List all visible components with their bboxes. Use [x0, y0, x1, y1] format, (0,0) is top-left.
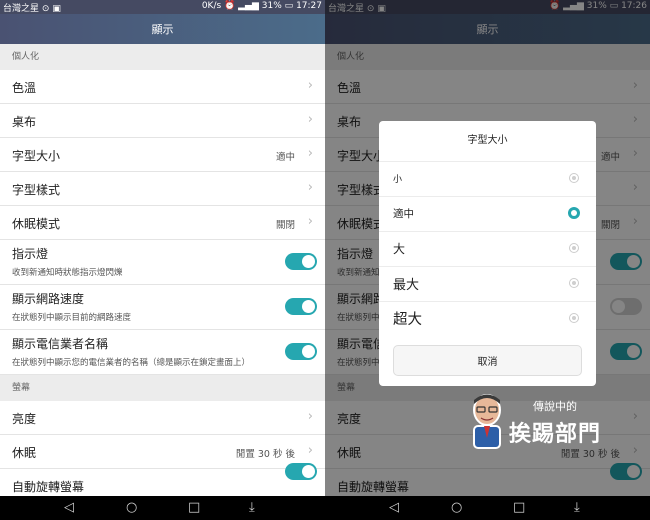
battery-icon: ▭ [284, 1, 294, 11]
font-size-dialog: 字型大小 小 適中 大 最大 超大 取消 [379, 121, 596, 386]
chevron-right-icon: › [307, 443, 313, 458]
radio-icon [569, 243, 579, 253]
settings-row-sleep[interactable]: 休眠 閒置 30 秒 後 › [0, 435, 325, 469]
row-label: 顯示網路速度 [12, 292, 85, 306]
option-label: 小 [393, 175, 403, 185]
wifi-hotspot-icon: ⊙ [41, 4, 50, 14]
row-value: 關閉 [275, 220, 295, 231]
page-title: 顯示 [0, 14, 325, 44]
carrier-label: 台灣之星 [3, 4, 40, 14]
net-speed-label: 0K/s [201, 1, 222, 11]
row-label: 指示燈 [12, 247, 49, 261]
settings-row-font-size[interactable]: 字型大小 適中 › [0, 138, 325, 172]
section-header-personal: 個人化 [0, 44, 325, 70]
settings-row-wallpaper[interactable]: 桌布 › [0, 104, 325, 138]
option-label: 適中 [393, 208, 414, 220]
radio-icon [569, 313, 579, 323]
cancel-button[interactable]: 取消 [393, 345, 582, 376]
mascot-logo [473, 394, 501, 449]
row-label: 自動旋轉螢幕 [12, 480, 85, 494]
recents-icon[interactable]: □ [513, 501, 525, 515]
row-value: 適中 [275, 152, 295, 163]
font-size-option-small[interactable]: 小 [379, 161, 596, 196]
auto-rotate-toggle[interactable] [285, 463, 317, 480]
alarm-icon: ⏰ [224, 1, 236, 11]
battery-label: 31% [261, 1, 282, 11]
option-label: 最大 [393, 278, 420, 293]
watermark: 傳說中的 挨踢部門 [467, 392, 637, 452]
settings-row-network-speed: 顯示網路速度 在狀態列中顯示目前的網路速度 [0, 285, 325, 330]
dialog-title: 字型大小 [467, 135, 508, 146]
radio-icon [569, 278, 579, 288]
row-label: 亮度 [12, 412, 37, 426]
settings-row-auto-rotate: 自動旋轉螢幕 [0, 463, 325, 496]
navigation-bar: ◁ ○ □ ⤓ [325, 496, 650, 520]
right-screen: 台灣之星 ⊙ ▣ ⏰ ▂▄▆ 31% ▭ 17:26 顯示 個人化 色溫 › 桌… [325, 0, 650, 520]
carrier-name-toggle[interactable] [285, 343, 317, 360]
settings-row-sleep-mode[interactable]: 休眠模式 關閉 › [0, 206, 325, 240]
notification-pull-icon[interactable]: ⤓ [249, 501, 255, 515]
watermark-line1: 傳說中的 [533, 400, 577, 413]
row-label: 字型大小 [12, 149, 61, 163]
clock-label: 17:27 [296, 1, 322, 11]
row-description: 在狀態列中顯示目前的網路速度 [12, 313, 132, 323]
row-description: 在狀態列中顯示您的電信業者的名稱（總是顯示在鎖定畫面上） [12, 358, 251, 368]
option-label: 大 [393, 242, 406, 256]
chevron-right-icon: › [307, 409, 313, 424]
font-size-option-medium[interactable]: 適中 [379, 196, 596, 231]
row-label: 桌布 [12, 115, 37, 129]
network-speed-toggle[interactable] [285, 298, 317, 315]
home-icon[interactable]: ○ [451, 501, 462, 515]
navigation-bar: ◁ ○ □ ⤓ [0, 496, 325, 520]
font-size-option-larger[interactable]: 最大 [379, 266, 596, 301]
chevron-right-icon: › [307, 112, 313, 127]
home-icon[interactable]: ○ [126, 501, 137, 515]
row-label: 顯示電信業者名稱 [12, 337, 109, 351]
back-icon[interactable]: ◁ [64, 501, 74, 515]
watermark-line2: 挨踢部門 [509, 422, 602, 447]
chevron-right-icon: › [307, 214, 313, 229]
chevron-right-icon: › [307, 146, 313, 161]
notification-pull-icon[interactable]: ⤓ [574, 501, 580, 515]
chevron-right-icon: › [307, 180, 313, 195]
radio-selected-icon [568, 207, 580, 219]
settings-row-font-style[interactable]: 字型樣式 › [0, 172, 325, 206]
settings-row-brightness[interactable]: 亮度 › [0, 401, 325, 435]
section-header-screen: 螢幕 [0, 375, 325, 401]
row-description: 收到新通知時狀態指示燈閃爍 [12, 268, 123, 278]
settings-row-indicator-light: 指示燈 收到新通知時狀態指示燈閃爍 [0, 240, 325, 285]
settings-list: 個人化 色溫 › 桌布 › 字型大小 適中 › 字型樣式 › 休眠模式 關閉 ›… [0, 44, 325, 496]
row-value: 閒置 30 秒 後 [235, 449, 295, 460]
settings-row-color-temp[interactable]: 色溫 › [0, 70, 325, 104]
row-label: 色溫 [12, 81, 37, 95]
left-screen: 台灣之星 ⊙ ▣ 0K/s ⏰ ▂▄▆ 31% ▭ 17:27 顯示 個人化 色… [0, 0, 325, 520]
settings-row-carrier-name: 顯示電信業者名稱 在狀態列中顯示您的電信業者的名稱（總是顯示在鎖定畫面上） [0, 330, 325, 375]
recents-icon[interactable]: □ [188, 501, 200, 515]
row-label: 休眠模式 [12, 217, 61, 231]
image-icon: ▣ [52, 4, 61, 14]
chevron-right-icon: › [307, 78, 313, 93]
row-label: 休眠 [12, 446, 37, 460]
back-icon[interactable]: ◁ [389, 501, 399, 515]
option-label: 超大 [393, 312, 422, 328]
row-label: 字型樣式 [12, 183, 61, 197]
font-size-option-large[interactable]: 大 [379, 231, 596, 266]
status-bar: 台灣之星 ⊙ ▣ 0K/s ⏰ ▂▄▆ 31% ▭ 17:27 [0, 0, 325, 14]
indicator-light-toggle[interactable] [285, 253, 317, 270]
radio-icon [569, 173, 579, 183]
signal-icon: ▂▄▆ [238, 1, 259, 11]
font-size-option-huge[interactable]: 超大 [379, 301, 596, 336]
